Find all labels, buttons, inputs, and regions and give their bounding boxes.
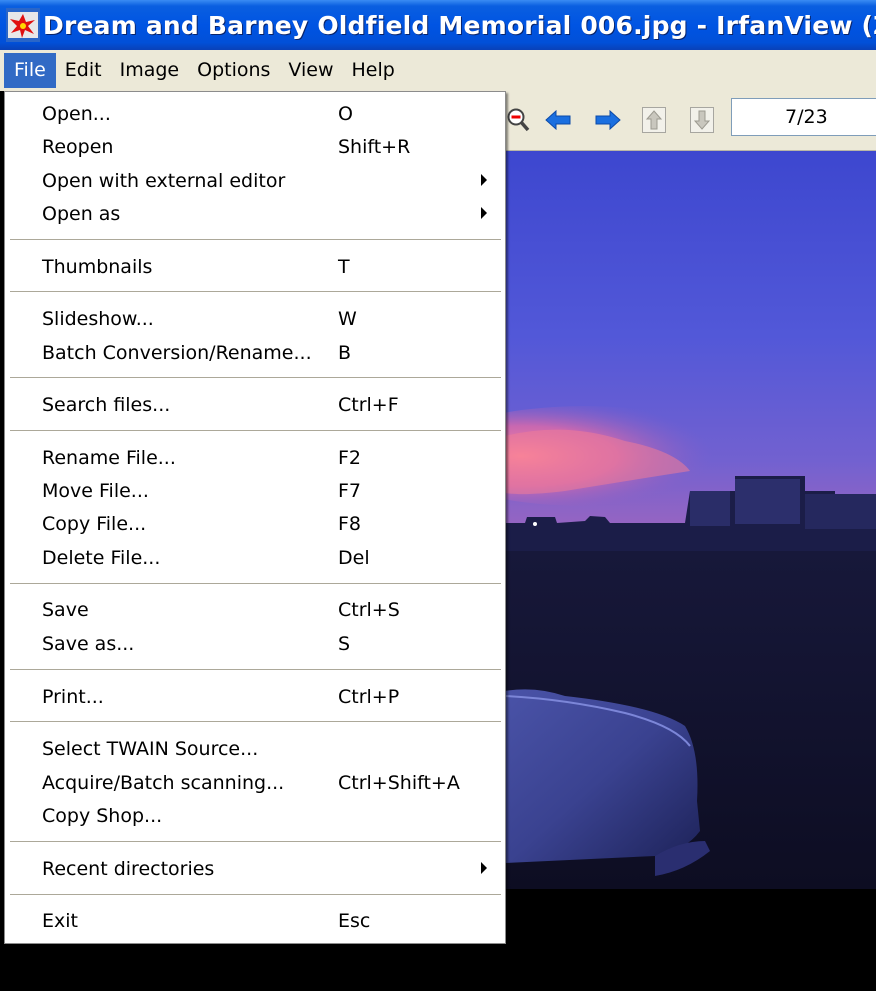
menu-item-save[interactable]: Save Ctrl+S <box>5 594 505 626</box>
menu-view[interactable]: View <box>279 53 342 88</box>
photo-sunset-image <box>505 151 876 889</box>
menu-item-exit[interactable]: Exit Esc <box>5 905 505 937</box>
page-counter-field[interactable]: 7/23 <box>731 98 876 136</box>
window-title: Dream and Barney Oldfield Memorial 006.j… <box>43 10 876 40</box>
menu-item-save-as[interactable]: Save as... S <box>5 628 505 660</box>
title-bar[interactable]: Dream and Barney Oldfield Memorial 006.j… <box>0 0 876 50</box>
arrow-right-icon[interactable] <box>595 110 621 130</box>
menu-separator <box>10 841 501 843</box>
submenu-arrow-icon <box>481 174 487 186</box>
menu-separator <box>10 377 501 379</box>
menu-options[interactable]: Options <box>188 53 279 88</box>
menu-separator <box>10 894 501 896</box>
menu-item-delete-file[interactable]: Delete File... Del <box>5 542 505 574</box>
arrow-up-icon[interactable] <box>642 107 666 133</box>
zoom-out-icon[interactable] <box>507 107 531 133</box>
menu-item-copy-file[interactable]: Copy File... F8 <box>5 508 505 540</box>
menu-separator <box>10 239 501 241</box>
image-viewer[interactable] <box>505 151 876 889</box>
submenu-arrow-icon <box>481 207 487 219</box>
menu-item-acquire-batch-scanning[interactable]: Acquire/Batch scanning... Ctrl+Shift+A <box>5 767 505 799</box>
submenu-arrow-icon <box>481 862 487 874</box>
menu-item-open-as[interactable]: Open as <box>5 198 505 230</box>
arrow-down-icon[interactable] <box>690 107 714 133</box>
menu-item-move-file[interactable]: Move File... F7 <box>5 475 505 507</box>
menu-item-rename-file[interactable]: Rename File... F2 <box>5 442 505 474</box>
menu-separator <box>10 721 501 723</box>
menu-item-open[interactable]: Open... O <box>5 98 505 130</box>
menu-item-slideshow[interactable]: Slideshow... W <box>5 303 505 335</box>
menu-item-thumbnails[interactable]: Thumbnails T <box>5 251 505 283</box>
menu-item-recent-directories[interactable]: Recent directories <box>5 853 505 885</box>
arrow-left-icon[interactable] <box>545 110 571 130</box>
menu-image[interactable]: Image <box>111 53 189 88</box>
menu-item-batch-conversion[interactable]: Batch Conversion/Rename... B <box>5 337 505 369</box>
menu-file[interactable]: File <box>4 53 56 88</box>
menu-separator <box>10 430 501 432</box>
menu-item-select-twain-source[interactable]: Select TWAIN Source... <box>5 733 505 765</box>
menu-help[interactable]: Help <box>343 53 404 88</box>
menu-bar: File Edit Image Options View Help <box>0 50 876 91</box>
file-menu-dropdown: Open... O Reopen Shift+R Open with exter… <box>4 91 506 944</box>
menu-separator <box>10 583 501 585</box>
menu-item-reopen[interactable]: Reopen Shift+R <box>5 131 505 163</box>
toolbar: 7/23 <box>505 91 876 151</box>
menu-item-open-with-external-editor[interactable]: Open with external editor <box>5 165 505 197</box>
menu-edit[interactable]: Edit <box>56 53 111 88</box>
menu-item-copy-shop[interactable]: Copy Shop... <box>5 800 505 832</box>
menu-separator <box>10 669 501 671</box>
irfanview-app-icon[interactable] <box>6 8 40 42</box>
menu-item-print[interactable]: Print... Ctrl+P <box>5 681 505 713</box>
menu-separator <box>10 291 501 293</box>
menu-item-search-files[interactable]: Search files... Ctrl+F <box>5 389 505 421</box>
